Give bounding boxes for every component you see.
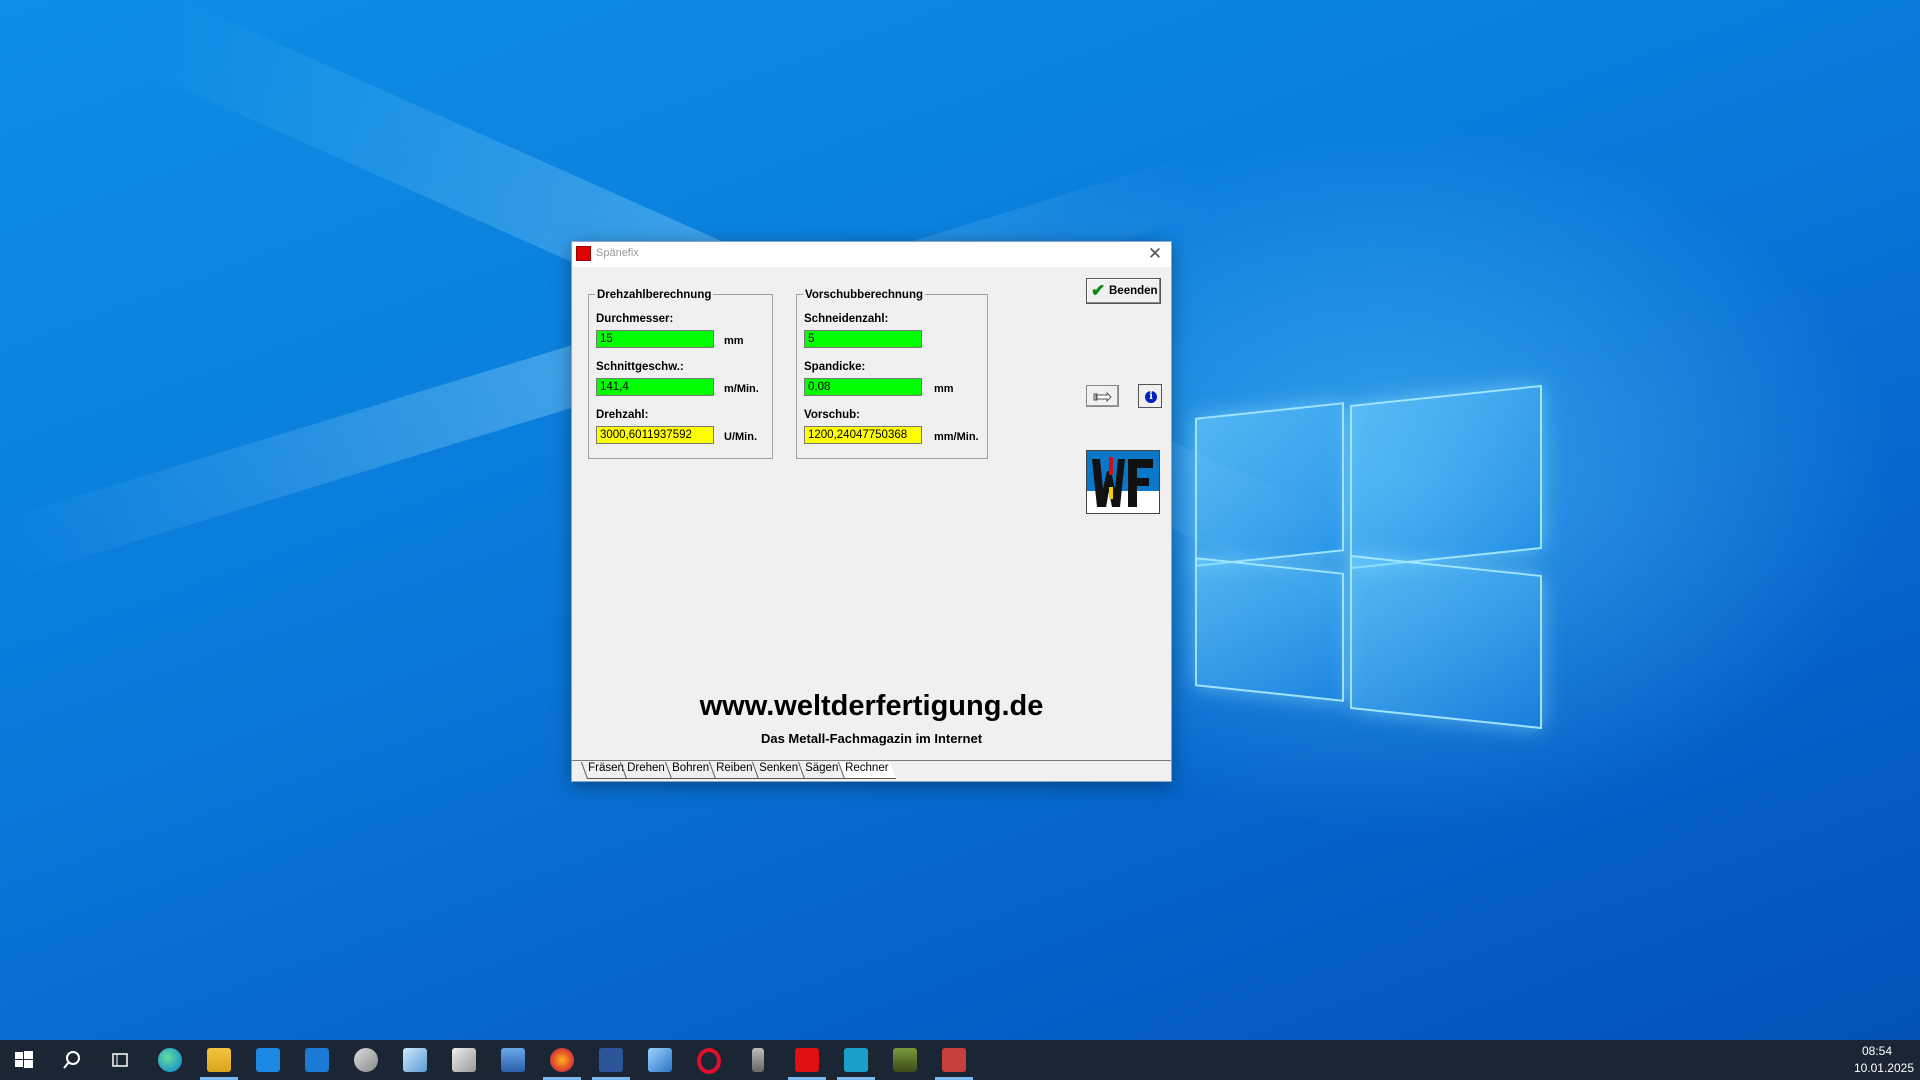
durchmesser-unit: mm bbox=[724, 335, 744, 347]
clock-date[interactable]: 10.01.2025 bbox=[1854, 1061, 1914, 1075]
drehzahl-unit: U/Min. bbox=[724, 431, 757, 443]
clock-time[interactable]: 08:54 bbox=[1862, 1044, 1892, 1058]
edge-icon[interactable] bbox=[158, 1048, 182, 1072]
schnittgeschw-input[interactable] bbox=[596, 378, 714, 396]
info-icon: i bbox=[1145, 391, 1157, 403]
checkmark-icon: ✔ bbox=[1091, 281, 1106, 300]
start-icon[interactable] bbox=[12, 1048, 36, 1072]
schnittgeschw-unit: m/Min. bbox=[724, 383, 759, 395]
windows-logo-pane bbox=[1195, 557, 1344, 702]
tab-label: Rechner bbox=[845, 762, 889, 774]
schneidenzahl-input[interactable] bbox=[804, 330, 922, 348]
drehzahl-group-title: Drehzahlberechnung bbox=[595, 289, 714, 301]
spandicke-input[interactable] bbox=[804, 378, 922, 396]
drehzahl-label: Drehzahl: bbox=[596, 409, 649, 421]
app-icon-5[interactable] bbox=[752, 1048, 764, 1072]
schneidenzahl-label: Schneidenzahl: bbox=[804, 313, 889, 325]
task-view-icon[interactable] bbox=[108, 1048, 132, 1072]
app-icon-6[interactable] bbox=[795, 1048, 819, 1072]
drehzahl-output[interactable] bbox=[596, 426, 714, 444]
app-icon-3[interactable] bbox=[452, 1048, 476, 1072]
durchmesser-label: Durchmesser: bbox=[596, 313, 674, 325]
window-title: Spänefix bbox=[596, 247, 639, 259]
info-button[interactable]: i bbox=[1138, 384, 1162, 408]
tab-bar: Fräsen Drehen Bohren Reiben Senken Sägen… bbox=[572, 760, 1171, 781]
beenden-label: Beenden bbox=[1109, 285, 1158, 297]
spandicke-label: Spandicke: bbox=[804, 361, 866, 373]
vorschub-group: Vorschubberechnung Schneidenzahl: Spandi… bbox=[796, 289, 988, 459]
firefox-icon[interactable] bbox=[550, 1048, 574, 1072]
copy-arrow-icon bbox=[1093, 391, 1112, 403]
vorschub-unit: mm/Min. bbox=[934, 431, 979, 443]
tab-label: Fräsen bbox=[588, 762, 624, 774]
beenden-button[interactable]: ✔ Beenden bbox=[1086, 278, 1161, 304]
taskbar: 08:54 10.01.2025 bbox=[0, 1040, 1920, 1080]
photo-icon[interactable] bbox=[893, 1048, 917, 1072]
vorschub-label: Vorschub: bbox=[804, 409, 861, 421]
tab-label: Bohren bbox=[672, 762, 710, 774]
windows-logo-pane bbox=[1350, 554, 1542, 730]
app-icon-1[interactable] bbox=[354, 1048, 378, 1072]
website-url[interactable]: www.weltderfertigung.de bbox=[572, 690, 1171, 723]
vorschub-group-title: Vorschubberechnung bbox=[803, 289, 925, 301]
app-icon bbox=[576, 246, 591, 261]
windows-logo-pane bbox=[1195, 402, 1344, 567]
tab-rechner[interactable]: Rechner bbox=[837, 762, 897, 779]
schnittgeschw-label: Schnittgeschw.: bbox=[596, 361, 684, 373]
search-icon[interactable] bbox=[60, 1048, 84, 1072]
tab-label: Sägen bbox=[805, 762, 839, 774]
wf-logo bbox=[1086, 450, 1160, 514]
close-button[interactable]: ✕ bbox=[1139, 242, 1171, 267]
opera-icon[interactable] bbox=[697, 1048, 721, 1074]
store-icon[interactable] bbox=[256, 1048, 280, 1072]
vorschub-output[interactable] bbox=[804, 426, 922, 444]
copy-button[interactable] bbox=[1086, 385, 1119, 407]
calculator-icon[interactable] bbox=[501, 1048, 525, 1072]
camera-icon[interactable] bbox=[844, 1048, 868, 1072]
durchmesser-input[interactable] bbox=[596, 330, 714, 348]
tab-label: Senken bbox=[759, 762, 799, 774]
drehzahl-group: Drehzahlberechnung Durchmesser: mm Schni… bbox=[588, 289, 773, 459]
tab-label: Drehen bbox=[627, 762, 665, 774]
file-explorer-icon[interactable] bbox=[207, 1048, 231, 1072]
title-bar[interactable]: Spänefix ✕ bbox=[572, 242, 1171, 267]
mail-icon[interactable] bbox=[305, 1048, 329, 1072]
app-icon-4[interactable] bbox=[648, 1048, 672, 1072]
app-icon-2[interactable] bbox=[403, 1048, 427, 1072]
windows-logo-pane bbox=[1350, 384, 1542, 570]
spaenefix-window: Spänefix ✕ Drehzahlberechnung Durchmesse… bbox=[571, 241, 1172, 782]
app-icon-s[interactable] bbox=[942, 1048, 966, 1072]
website-tagline: Das Metall-Fachmagazin im Internet bbox=[760, 731, 983, 746]
spandicke-unit: mm bbox=[934, 383, 954, 395]
word-icon[interactable] bbox=[599, 1048, 623, 1072]
tab-label: Reiben bbox=[716, 762, 753, 774]
